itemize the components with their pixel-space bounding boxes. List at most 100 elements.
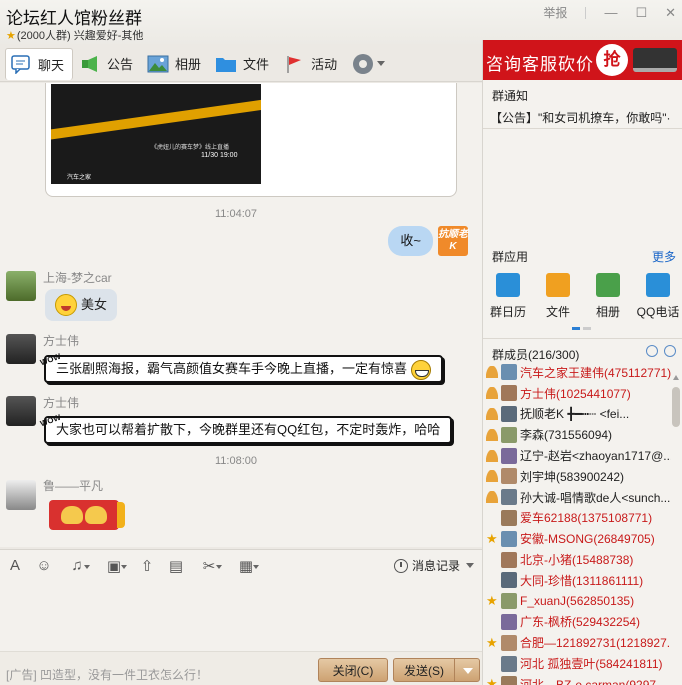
pager-dot[interactable] (572, 327, 580, 330)
tab-files[interactable]: 文件 (211, 48, 277, 80)
member-row[interactable]: 河北 孤独壹叶(584241811) (483, 653, 671, 674)
member-row[interactable]: 爱车62188(1375108771) (483, 508, 671, 529)
window-controls: 举报 — ☐ ✕ (543, 4, 676, 21)
minimize-icon[interactable]: — (604, 5, 617, 20)
message-bubble[interactable]: WOW 三张剧照海报，霸气高颜值女赛车手今晚上直播，一定有惊喜 (39, 352, 444, 383)
app-album[interactable]: 相册 (583, 273, 633, 325)
self-message-bubble[interactable]: 收~ (388, 226, 433, 256)
member-row[interactable]: 广东-枫桥(529432254) (483, 612, 671, 633)
member-row[interactable]: 抚顺老K ╋━┅┄ <fei... (483, 404, 671, 425)
divider (483, 338, 682, 339)
clap-icon (61, 506, 83, 524)
voice-icon[interactable]: ♫ (64, 557, 90, 575)
avatar[interactable] (501, 613, 517, 630)
ad-text-link[interactable]: [广告] 凹造型，没有一件卫衣怎么行！ (6, 666, 208, 683)
poster-image[interactable]: 《虎妞儿的赛车梦》线上直播 11/30 19:00 汽车之家 (51, 84, 261, 184)
search-icon[interactable] (664, 345, 676, 357)
message-bubble[interactable]: WOW 大家也可以帮着扩散下，今晚群里还有QQ红包，不定时轰炸，哈哈 (39, 413, 453, 444)
upload-icon[interactable]: ⇧ (138, 557, 156, 575)
member-row[interactable]: 大同-珍惜(1311861111) (483, 570, 671, 591)
message-input[interactable] (0, 581, 482, 651)
member-row[interactable]: ★ 河北—BZ-e carman(9297... (483, 674, 671, 685)
gear-icon[interactable] (353, 53, 374, 74)
timestamp: 11:04:07 (214, 208, 257, 220)
avatar[interactable] (6, 396, 36, 426)
font-icon[interactable]: A (6, 557, 24, 575)
ad-banner-button[interactable]: 抢 (596, 44, 628, 76)
scissors-icon[interactable]: ✂ (196, 557, 222, 575)
apps-more-link[interactable]: 更多 (652, 248, 676, 265)
badge-placeholder (486, 512, 498, 524)
member-row[interactable]: 孙大诚-唱情歌de人<sunch... (483, 487, 671, 508)
member-row[interactable]: 方士伟(1025441077) (483, 383, 671, 404)
sender-name[interactable]: 鲁——平凡 (43, 477, 103, 494)
emoji-icon[interactable]: ☺ (35, 557, 53, 575)
notice-text[interactable]: 【公告】"和女司机撩车，你敢吗"· (490, 109, 680, 126)
member-badge-icon (486, 470, 498, 483)
avatar[interactable] (501, 530, 517, 547)
member-row[interactable]: ★ F_xuanJ(562850135) (483, 591, 671, 612)
sticker-message[interactable] (49, 500, 125, 530)
scroll-up-icon[interactable] (673, 375, 679, 380)
image-message[interactable]: 《虎妞儿的赛车梦》线上直播 11/30 19:00 汽车之家 (45, 83, 457, 197)
member-name: 安徽-MSONG(26849705) (520, 532, 655, 547)
avatar[interactable] (501, 551, 517, 568)
avatar[interactable]: 抗顺老K (438, 226, 468, 256)
avatar[interactable] (6, 334, 36, 364)
app-qq-phone[interactable]: QQ电话 (633, 273, 682, 325)
avatar[interactable] (501, 364, 517, 381)
chevron-down-icon[interactable] (377, 61, 386, 66)
sender-name[interactable]: 方士伟 (43, 332, 79, 349)
tab-chat[interactable]: 聊天 (5, 47, 74, 80)
close-icon[interactable]: ✕ (665, 5, 676, 21)
send-button[interactable]: 发送(S) (393, 658, 455, 682)
tab-announcement[interactable]: 公告 (75, 48, 141, 80)
history-button[interactable]: 消息记录 (393, 557, 474, 574)
member-row[interactable]: 北京-小猪(15488738) (483, 549, 671, 570)
scrollbar-thumb[interactable] (672, 387, 680, 427)
star-badge-icon: ★ (486, 593, 498, 609)
chat-area[interactable]: 《虎妞儿的赛车梦》线上直播 11/30 19:00 汽车之家 11:04:07 … (0, 83, 482, 547)
avatar[interactable] (501, 405, 517, 422)
message-bubble[interactable]: 美女 (45, 289, 118, 321)
avatar[interactable] (501, 572, 517, 589)
avatar[interactable] (501, 655, 517, 672)
avatar[interactable] (501, 634, 517, 651)
maximize-icon[interactable]: ☐ (635, 5, 647, 21)
app-calendar[interactable]: 群日历 (483, 273, 533, 325)
report-button[interactable]: 举报 (543, 4, 567, 21)
avatar[interactable] (501, 426, 517, 443)
close-button[interactable]: 关闭(C) (318, 658, 388, 682)
member-row[interactable]: ★ 合肥—121892731(1218927... (483, 632, 671, 653)
ad-banner[interactable]: 咨询客服砍价 抢 (483, 40, 682, 80)
app-files[interactable]: 文件 (533, 273, 583, 325)
member-list-scrollbar[interactable] (672, 375, 680, 685)
member-row[interactable]: 李森(731556094) (483, 424, 671, 445)
refresh-icon[interactable] (646, 345, 658, 357)
avatar[interactable] (6, 480, 36, 510)
member-list[interactable]: 汽车之家王建伟(475112771) 方士伟(1025441077) 抚顺老K ╋━… (483, 362, 671, 685)
avatar[interactable] (501, 676, 517, 685)
member-row[interactable]: ★ 安徽-MSONG(26849705) (483, 528, 671, 549)
member-row[interactable]: 汽车之家王建伟(475112771) (483, 362, 671, 383)
member-row[interactable]: 辽宁-赵岩<zhaoyan1717@... (483, 445, 671, 466)
avatar[interactable] (501, 509, 517, 526)
avatar[interactable] (501, 468, 517, 485)
image-icon[interactable]: ▣ (101, 557, 127, 575)
avatar[interactable] (6, 271, 36, 301)
tab-album[interactable]: 相册 (143, 48, 209, 80)
member-name: 河北 孤独壹叶(584241811) (520, 657, 663, 672)
apps-pager[interactable] (572, 327, 591, 330)
avatar[interactable] (501, 385, 517, 402)
pager-dot[interactable] (583, 327, 591, 330)
red-packet-fold (117, 502, 125, 528)
send-options-button[interactable] (454, 658, 480, 682)
avatar[interactable] (501, 447, 517, 464)
more-icon[interactable]: ▦ (233, 557, 259, 575)
avatar[interactable] (501, 489, 517, 506)
tab-activity[interactable]: 活动 (279, 48, 345, 80)
member-row[interactable]: 刘宇坤(583900242) (483, 466, 671, 487)
gift-icon[interactable]: ▤ (167, 557, 185, 575)
sender-name[interactable]: 上海-梦之car (43, 269, 112, 286)
avatar[interactable] (501, 593, 517, 610)
